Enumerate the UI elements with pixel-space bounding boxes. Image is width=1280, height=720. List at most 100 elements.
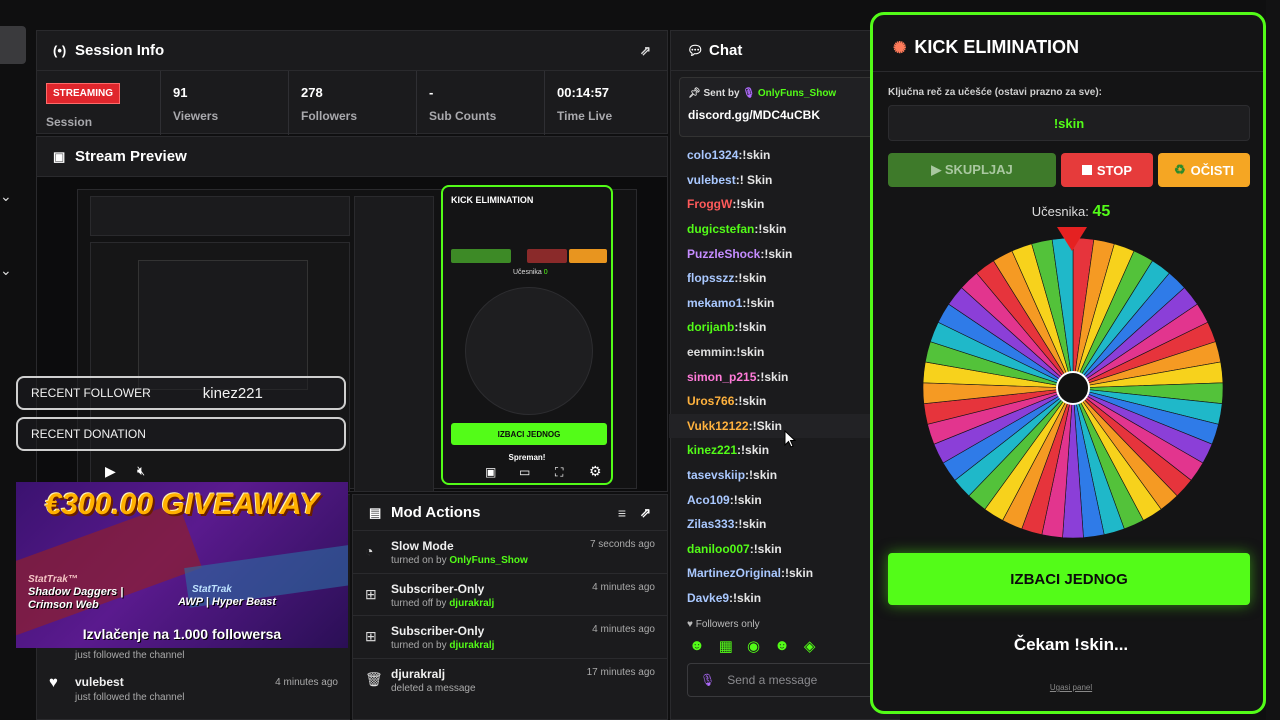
document-icon: ▤ <box>369 504 382 520</box>
chat-username[interactable]: tasevskiip <box>687 468 745 482</box>
mod-action-title: Subscriber-Only <box>391 581 485 596</box>
chat-username[interactable]: simon_p215 <box>687 370 756 384</box>
chat-text: !skin <box>736 345 765 360</box>
followers-only-note: ♥ Followers only <box>687 619 760 630</box>
mod-actions-title: Mod Actions <box>391 504 481 521</box>
session-info-header: (•) Session Info ⇗ <box>37 31 667 71</box>
chat-username[interactable]: dugicstefan <box>687 222 754 236</box>
chat-text: !skin <box>738 271 767 286</box>
chat-message[interactable]: MartinezOriginal: !skin <box>669 561 899 586</box>
chevron-down-icon[interactable]: ⌄ <box>0 262 12 279</box>
filter-icon[interactable]: ≡ <box>618 505 626 521</box>
mini-wheel-panel: KICK ELIMINATION Učesnika 0 IZBACI JEDNO… <box>441 185 613 485</box>
chat-message[interactable]: FroggW: !skin <box>669 192 899 217</box>
chat-message[interactable]: dorijanb: !skin <box>669 315 899 340</box>
chat-message[interactable]: eemmin: !skin <box>669 340 899 365</box>
chat-message[interactable]: daniloo007: !skin <box>669 537 899 562</box>
stream-preview-header: ▣ Stream Preview <box>37 137 667 177</box>
mod-action-user[interactable]: djurakralj <box>449 640 494 651</box>
chat-username[interactable]: MartinezOriginal <box>687 566 781 580</box>
stat-session: STREAMING Session <box>37 71 161 135</box>
wheel-icon: ✺ <box>893 39 907 57</box>
mod-action-user[interactable]: djurakralj <box>449 598 494 609</box>
mute-icon[interactable]: 🔇︎ <box>137 463 145 479</box>
giveaway-footer: Izvlačenje na 1.000 followersa <box>82 626 282 642</box>
chat-header: 💬︎ Chat <box>671 31 900 71</box>
pin-icon: 📌︎ <box>688 88 701 99</box>
chat-message[interactable]: colo1324: !skin <box>669 143 899 168</box>
wheel-pointer-icon <box>1057 227 1087 251</box>
emote-icon[interactable]: ◈ <box>804 637 816 659</box>
chat-message[interactable]: Zilas333: !skin <box>669 512 899 537</box>
play-icon[interactable]: ▶ <box>105 463 116 480</box>
chat-username[interactable]: eemmin <box>687 345 732 359</box>
chat-message[interactable]: PuzzleShock: !skin <box>669 241 899 266</box>
emote-icon[interactable]: ▦ <box>719 637 733 659</box>
chat-input-placeholder: Send a message <box>727 673 818 687</box>
chat-message[interactable]: Aco109: !skin <box>669 487 899 512</box>
chat-username[interactable]: flopsszz <box>687 271 734 285</box>
chat-username[interactable]: dorijanb <box>687 320 734 334</box>
emote-icon[interactable]: ☻ <box>774 637 790 659</box>
stat-label: Followers <box>301 109 358 123</box>
theater-icon[interactable]: ▭ <box>519 465 530 479</box>
chat-username[interactable]: daniloo007 <box>687 542 750 556</box>
chat-text: !skin <box>758 222 787 237</box>
chat-message[interactable]: tasevskiip: !skin <box>669 463 899 488</box>
stop-button[interactable]: STOP <box>1061 153 1153 187</box>
fullscreen-icon[interactable]: ⛶ <box>555 465 563 480</box>
chat-message[interactable]: mekamo1: !skin <box>669 291 899 316</box>
mini-status: Spreman! <box>508 453 546 462</box>
chat-username[interactable]: PuzzleShock <box>687 247 760 261</box>
chevron-down-icon[interactable]: ⌄ <box>0 188 12 205</box>
chat-username[interactable]: colo1324 <box>687 148 738 162</box>
chat-bubble-icon: 💬︎ <box>687 42 704 58</box>
eliminate-button[interactable]: IZBACI JEDNOG <box>888 553 1250 605</box>
chat-message[interactable]: Uros766: !skin <box>669 389 899 414</box>
chat-username[interactable]: Davke9 <box>687 591 729 605</box>
participants-label: Učesnika: <box>1031 204 1089 219</box>
chat-username[interactable]: kinez221 <box>687 443 737 457</box>
settings-gear-icon[interactable]: ⚙ <box>589 463 602 480</box>
mod-action-user[interactable]: OnlyFuns_Show <box>449 555 527 566</box>
mini-wheel-title: KICK ELIMINATION <box>451 195 534 205</box>
chat-text: !skin <box>746 295 775 310</box>
mod-action-prefix: deleted a message <box>391 682 476 694</box>
clear-button[interactable]: ♻ OČISTI <box>1158 153 1250 187</box>
pinned-user[interactable]: OnlyFuns_Show <box>758 88 836 99</box>
chat-text: !skin <box>738 517 767 532</box>
hide-panel-link[interactable]: Ugasi panel <box>873 683 1263 692</box>
pip-icon[interactable]: ▣ <box>485 465 496 479</box>
chat-username[interactable]: vulebest <box>687 173 736 187</box>
clear-label: OČISTI <box>1190 162 1234 178</box>
chat-input[interactable]: 🎙︎ Send a message <box>687 663 901 697</box>
pinned-message[interactable]: 📌︎ Sent by 🎙︎ OnlyFuns_Show discord.gg/M… <box>679 77 901 137</box>
popout-icon[interactable]: ⇗ <box>640 505 651 521</box>
chat-username[interactable]: Uros766 <box>687 394 734 408</box>
chat-username[interactable]: Aco109 <box>687 493 730 507</box>
keyword-input[interactable]: !skin <box>888 105 1250 141</box>
emote-icon[interactable]: ☻ <box>689 637 705 659</box>
chat-username[interactable]: Vukk12122 <box>687 419 749 433</box>
collect-button[interactable]: ▶ SKUPLJAJ <box>888 153 1056 187</box>
recent-donation-box: RECENT DONATION <box>16 417 346 451</box>
stat-value: 91 <box>173 85 188 100</box>
mic-icon: 🎙︎ <box>742 88 756 99</box>
chat-message[interactable]: dugicstefan: !skin <box>669 217 899 242</box>
stat-label: Sub Counts <box>429 109 497 123</box>
participants-count: 45 <box>1092 203 1111 220</box>
left-edge-tab[interactable] <box>0 26 26 64</box>
chat-message[interactable]: vulebest: ! Skin <box>669 168 899 193</box>
chat-message[interactable]: simon_p215: !skin <box>669 364 899 389</box>
popout-icon[interactable]: ⇗ <box>640 43 651 59</box>
chat-username[interactable]: FroggW <box>687 197 732 211</box>
chat-username[interactable]: Zilas333 <box>687 517 734 531</box>
chat-username[interactable]: mekamo1 <box>687 296 742 310</box>
activity-text: just followed the channel <box>75 650 185 661</box>
chat-message[interactable]: flopsszz: !skin <box>669 266 899 291</box>
stat-label: Time Live <box>557 109 613 123</box>
emote-icon[interactable]: ◉ <box>747 637 760 659</box>
mod-action-title: Subscriber-Only <box>391 624 485 638</box>
stat-value: 00:14:57 <box>557 85 610 100</box>
chat-message[interactable]: Davke9: !skin <box>669 586 899 611</box>
